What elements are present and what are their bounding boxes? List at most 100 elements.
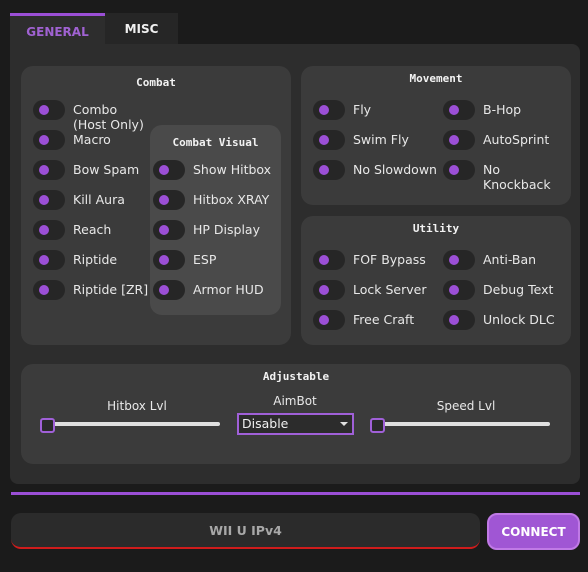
toggle-switch[interactable]: [313, 130, 345, 150]
toggle-no-slowdown[interactable]: No Slowdown: [313, 160, 437, 180]
toggle-hp-display[interactable]: HP Display: [153, 220, 260, 240]
toggle-esp[interactable]: ESP: [153, 250, 216, 270]
toggle-bhop[interactable]: B-Hop: [443, 100, 521, 120]
toggle-switch[interactable]: [33, 250, 65, 270]
aimbot-select-value: Disable: [242, 416, 289, 431]
toggle-label: Macro: [73, 132, 111, 147]
toggle-knob: [319, 315, 329, 325]
toggle-knob: [39, 225, 49, 235]
toggle-switch[interactable]: [33, 280, 65, 300]
toggle-kill-aura[interactable]: Kill Aura: [33, 190, 125, 210]
toggle-switch[interactable]: [443, 160, 475, 180]
toggle-switch[interactable]: [33, 130, 65, 150]
toggle-knob: [159, 285, 169, 295]
movement-panel: Movement Fly B-Hop Swim Fly AutoSprint N…: [301, 66, 571, 205]
hitbox-level-label: Hitbox Lvl: [107, 399, 167, 413]
toggle-switch[interactable]: [313, 100, 345, 120]
toggle-label: No Knockback: [483, 162, 551, 192]
toggle-reach[interactable]: Reach: [33, 220, 111, 240]
aimbot-label: AimBot: [273, 394, 317, 408]
tab-general[interactable]: GENERAL: [10, 13, 105, 45]
hitbox-level-thumb[interactable]: [40, 418, 55, 433]
toggle-no-knockback[interactable]: No Knockback: [443, 160, 571, 192]
toggle-knob: [39, 135, 49, 145]
toggle-label: HP Display: [193, 222, 260, 237]
toggle-knob: [39, 255, 49, 265]
combat-title: Combat: [136, 76, 176, 89]
toggle-switch[interactable]: [33, 100, 65, 120]
toggle-label: ESP: [193, 252, 217, 267]
toggle-switch[interactable]: [443, 310, 475, 330]
toggle-knob: [159, 255, 169, 265]
toggle-knob: [319, 105, 329, 115]
toggle-lock-server[interactable]: Lock Server: [313, 280, 426, 300]
toggle-fof-bypass[interactable]: FOF Bypass: [313, 250, 426, 270]
toggle-debug-text[interactable]: Debug Text: [443, 280, 553, 300]
toggle-armor-hud[interactable]: Armor HUD: [153, 280, 264, 300]
toggle-riptide-zr[interactable]: Riptide [ZR]: [33, 280, 148, 300]
toggle-show-hitbox[interactable]: Show Hitbox: [153, 160, 271, 180]
speed-level-track[interactable]: [374, 422, 550, 426]
aimbot-select[interactable]: Disable: [237, 413, 354, 435]
toggle-label: Debug Text: [483, 282, 554, 297]
toggle-combo[interactable]: Combo (Host Only): [33, 100, 144, 132]
toggle-swim-fly[interactable]: Swim Fly: [313, 130, 409, 150]
tab-misc[interactable]: MISC: [105, 13, 178, 45]
toggle-switch[interactable]: [33, 160, 65, 180]
toggle-switch[interactable]: [313, 310, 345, 330]
toggle-switch[interactable]: [33, 220, 65, 240]
movement-title: Movement: [409, 72, 463, 85]
toggle-switch[interactable]: [313, 160, 345, 180]
toggle-knob: [449, 105, 459, 115]
toggle-switch[interactable]: [313, 250, 345, 270]
toggle-label: Swim Fly: [353, 132, 409, 147]
toggle-knob: [39, 195, 49, 205]
toggle-label: Anti-Ban: [483, 252, 537, 267]
toggle-free-craft[interactable]: Free Craft: [313, 310, 414, 330]
toggle-knob: [39, 105, 49, 115]
toggle-label: Fly: [353, 102, 372, 117]
toggle-switch[interactable]: [443, 250, 475, 270]
toggle-label: Riptide [ZR]: [73, 282, 149, 297]
toggle-label: Riptide: [73, 252, 118, 267]
toggle-switch[interactable]: [153, 160, 185, 180]
toggle-switch[interactable]: [153, 280, 185, 300]
toggle-knob: [449, 165, 459, 175]
toggle-switch[interactable]: [313, 280, 345, 300]
toggle-fly[interactable]: Fly: [313, 100, 371, 120]
toggle-switch[interactable]: [443, 280, 475, 300]
toggle-label: FOF Bypass: [353, 252, 426, 267]
toggle-anti-ban[interactable]: Anti-Ban: [443, 250, 536, 270]
toggle-switch[interactable]: [33, 190, 65, 210]
toggle-knob: [449, 315, 459, 325]
connect-button[interactable]: CONNECT: [487, 513, 580, 550]
speed-level-thumb[interactable]: [370, 418, 385, 433]
toggle-label: Reach: [73, 222, 112, 237]
combat-visual-title: Combat Visual: [172, 136, 259, 149]
toggle-hitbox-xray[interactable]: Hitbox XRAY: [153, 190, 269, 210]
toggle-label: Armor HUD: [193, 282, 264, 297]
speed-level-label: Speed Lvl: [436, 399, 496, 413]
toggle-label: Combo (Host Only): [73, 102, 144, 132]
toggle-autosprint[interactable]: AutoSprint: [443, 130, 549, 150]
toggle-switch[interactable]: [153, 190, 185, 210]
wiiu-ip-input[interactable]: WII U IPv4: [11, 513, 480, 549]
hitbox-level-track[interactable]: [44, 422, 220, 426]
toggle-knob: [449, 135, 459, 145]
toggle-switch[interactable]: [443, 100, 475, 120]
toggle-unlock-dlc[interactable]: Unlock DLC: [443, 310, 555, 330]
utility-panel: Utility FOF Bypass Anti-Ban Lock Server …: [301, 216, 571, 345]
utility-title: Utility: [412, 222, 460, 235]
toggle-label: Show Hitbox: [193, 162, 272, 177]
toggle-label: AutoSprint: [483, 132, 550, 147]
toggle-bow-spam[interactable]: Bow Spam: [33, 160, 139, 180]
toggle-label: Lock Server: [353, 282, 427, 297]
toggle-switch[interactable]: [153, 250, 185, 270]
toggle-macro[interactable]: Macro: [33, 130, 111, 150]
toggle-knob: [319, 285, 329, 295]
toggle-riptide[interactable]: Riptide: [33, 250, 117, 270]
toggle-switch[interactable]: [153, 220, 185, 240]
toggle-knob: [159, 225, 169, 235]
toggle-switch[interactable]: [443, 130, 475, 150]
toggle-label: Bow Spam: [73, 162, 140, 177]
